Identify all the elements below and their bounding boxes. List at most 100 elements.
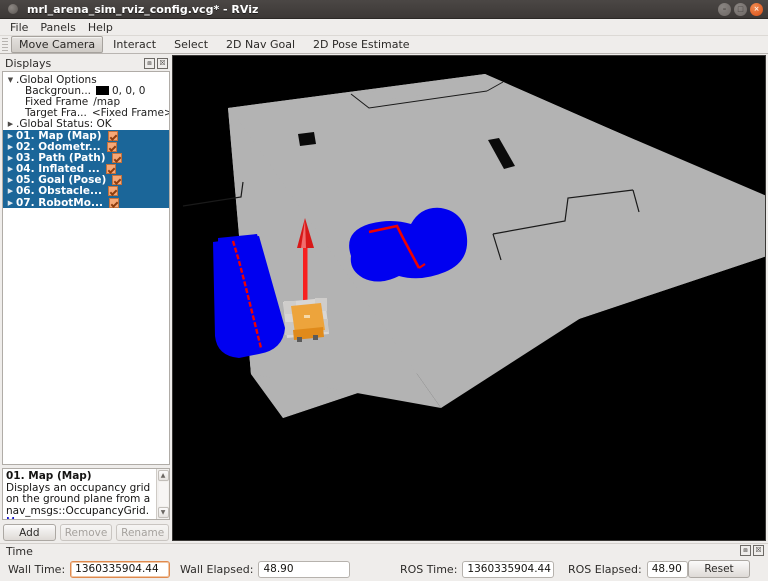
minimize-button[interactable]: – [718,3,731,16]
add-button[interactable]: Add [3,524,56,541]
enable-checkbox[interactable] [109,198,119,208]
app-icon [8,4,18,14]
time-float-icon[interactable]: ⧈ [740,545,751,556]
expand-arrow-icon[interactable]: ▶ [5,187,16,195]
expand-arrow-icon[interactable]: ▶ [5,199,16,207]
tree-item-label: .Global Status: OK [16,118,112,130]
enable-checkbox[interactable] [108,186,118,196]
wall-elapsed-field: Wall Elapsed: 48.90 [180,561,400,578]
tree-prop-background-color[interactable]: Backgroun... 0, 0, 0 [3,85,169,96]
tree-item-label: 06. Obstacle... [16,185,102,197]
time-panel-title: Time [4,545,764,558]
ros-time-input[interactable]: 1360335904.44 [462,561,554,578]
tool-2d-pose-estimate[interactable]: 2D Pose Estimate [305,36,418,53]
time-fields-row: Wall Time: 1360335904.44 Wall Elapsed: 4… [4,560,764,578]
ros-elapsed-label: ROS Elapsed: [568,563,642,576]
ros-elapsed-field: ROS Elapsed: 48.90 [568,561,688,578]
tree-item-label: 07. RobotMo... [16,197,103,209]
render-view-3d[interactable] [172,55,766,541]
more-link[interactable]: More [6,516,32,519]
tree-group-global-options[interactable]: ▼ .Global Options [3,74,169,85]
expand-arrow-icon[interactable]: ▼ [5,76,16,84]
window-controls: – □ × [718,0,763,19]
fixed-frame-value: /map [93,96,120,108]
tree-item-label: 05. Goal (Pose) [16,174,106,186]
display-action-buttons: Add Remove Rename [2,524,170,541]
close-icon: × [754,6,760,13]
scene-svg [173,56,766,522]
description-title: 01. Map (Map) [6,470,92,482]
displays-dock: Displays ⧈ ☒ ▼ .Global Options Backgroun… [0,54,172,543]
robot-caster-left [297,337,302,342]
tree-item-03-path[interactable]: ▶ 03. Path (Path) [3,152,169,163]
tool-2d-nav-goal[interactable]: 2D Nav Goal [218,36,303,53]
expand-arrow-icon[interactable]: ▶ [5,154,16,162]
rename-button: Rename [116,524,169,541]
float-icon[interactable]: ⧈ [144,58,155,69]
tree-item-02-odometry[interactable]: ▶ 02. Odometr... [3,141,169,152]
tree-item-04-inflated[interactable]: ▶ 04. Inflated ... [3,164,169,175]
robot-model [283,298,329,342]
minimize-icon: – [723,6,727,13]
background-color-text: 0, 0, 0 [112,85,145,97]
remove-button: Remove [60,524,113,541]
wall-time-field: Wall Time: 1360335904.44 [8,561,180,578]
tree-prop-target-frame[interactable]: Target Fra... <Fixed Frame> [3,108,169,119]
menu-help[interactable]: Help [82,20,119,35]
wall-time-input[interactable]: 1360335904.44 [70,561,170,578]
main-area: Displays ⧈ ☒ ▼ .Global Options Backgroun… [0,54,768,543]
menu-panels[interactable]: Panels [34,20,81,35]
scroll-down-icon[interactable]: ▼ [158,507,169,518]
tree-prop-fixed-frame[interactable]: Fixed Frame /map [3,96,169,107]
tool-bar: Move Camera Interact Select 2D Nav Goal … [0,36,768,54]
background-color-value: 0, 0, 0 [96,85,145,97]
expand-arrow-icon[interactable]: ▶ [5,165,16,173]
tree-item-06-obstacle[interactable]: ▶ 06. Obstacle... [3,186,169,197]
tree-item-label: 04. Inflated ... [16,163,100,175]
menu-bar: File Panels Help [0,19,768,36]
expand-arrow-icon[interactable]: ▶ [5,132,16,140]
enable-checkbox[interactable] [106,164,116,174]
time-close-icon[interactable]: ☒ [753,545,764,556]
displays-tree[interactable]: ▼ .Global Options Backgroun... 0, 0, 0 F… [3,72,169,464]
displays-panel-header: Displays ⧈ ☒ [2,55,170,71]
reset-button[interactable]: Reset [688,560,750,578]
scroll-track[interactable] [159,482,168,506]
time-panel-icons: ⧈ ☒ [738,545,764,556]
close-button[interactable]: × [750,3,763,16]
ros-time-label: ROS Time: [400,563,457,576]
tree-item-label: 02. Odometr... [16,141,101,153]
maximize-icon: □ [737,6,744,13]
tree-item-07-robotmodel[interactable]: ▶ 07. RobotMo... [3,197,169,208]
tool-move-camera[interactable]: Move Camera [11,36,103,53]
tree-item-01-map[interactable]: ▶ 01. Map (Map) [3,130,169,141]
enable-checkbox[interactable] [108,131,118,141]
expand-arrow-icon[interactable]: ▶ [5,120,16,128]
tool-select[interactable]: Select [166,36,216,53]
enable-checkbox[interactable] [107,142,117,152]
expand-arrow-icon[interactable]: ▶ [5,143,16,151]
tree-group-global-status[interactable]: ▶ .Global Status: OK [3,119,169,130]
wall-time-label: Wall Time: [8,563,65,576]
color-swatch-icon[interactable] [96,86,109,95]
ros-elapsed-input[interactable]: 48.90 [647,561,688,578]
tool-interact[interactable]: Interact [105,36,164,53]
robot-marker [304,315,310,318]
displays-tree-container: ▼ .Global Options Backgroun... 0, 0, 0 F… [2,71,170,465]
panel-close-icon[interactable]: ☒ [157,58,168,69]
toolbar-drag-handle[interactable] [2,38,8,51]
tree-prop-label: Fixed Frame [25,96,88,108]
wall-elapsed-input[interactable]: 48.90 [258,561,350,578]
expand-arrow-icon[interactable]: ▶ [5,176,16,184]
menu-file[interactable]: File [4,20,34,35]
maximize-button[interactable]: □ [734,3,747,16]
tree-prop-label: Target Fra... [25,107,87,119]
tree-item-05-goal[interactable]: ▶ 05. Goal (Pose) [3,175,169,186]
scroll-up-icon[interactable]: ▲ [158,470,169,481]
enable-checkbox[interactable] [112,175,122,185]
target-frame-value: <Fixed Frame> [92,107,169,119]
obstacle-box-left [298,132,316,146]
enable-checkbox[interactable] [112,153,122,163]
tree-item-label: .Global Options [16,74,97,86]
description-scrollbar[interactable]: ▲ ▼ [156,469,169,519]
